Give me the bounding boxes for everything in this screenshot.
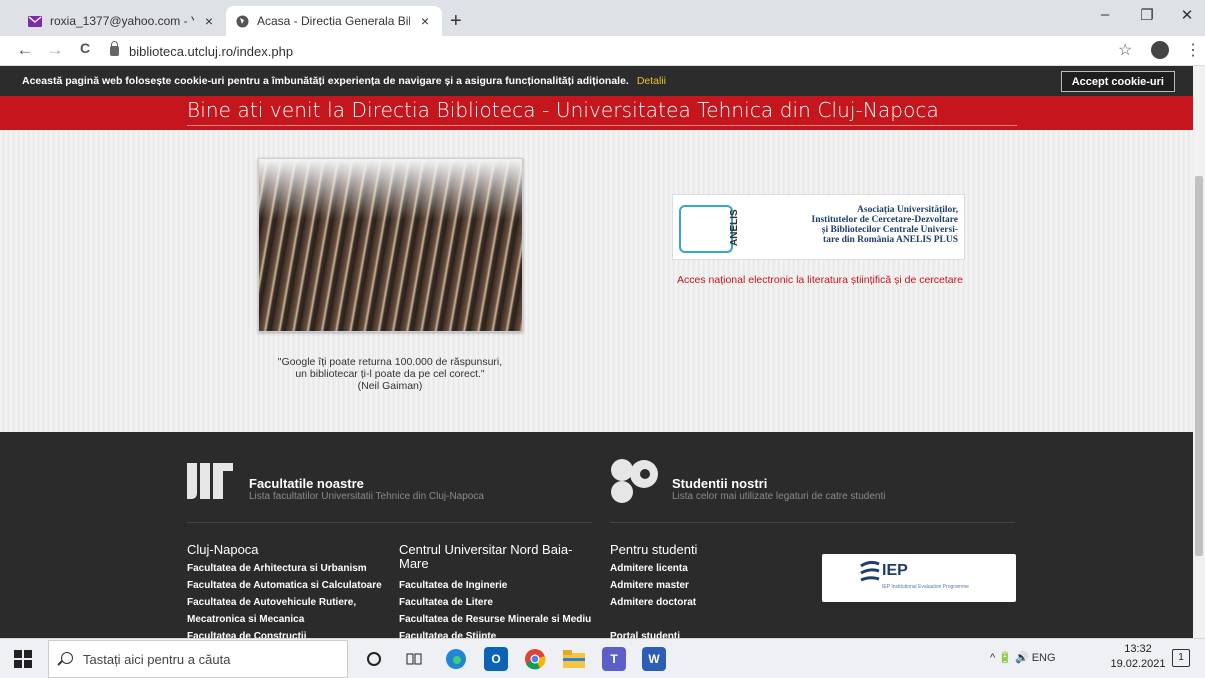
library-books-image: [258, 158, 523, 332]
accept-cookies-button[interactable]: Accept cookie-uri: [1060, 71, 1175, 92]
faculty-link[interactable]: Facultatea de Inginerie: [399, 577, 507, 594]
faculty-link[interactable]: Facultatea de Automatica si Calculatoare: [187, 577, 382, 594]
back-button[interactable]: ←: [14, 40, 36, 60]
faculty-link[interactable]: Facultatea de Litere: [399, 594, 493, 611]
anelis-logo-icon: [679, 205, 733, 253]
new-tab-button[interactable]: +: [450, 10, 462, 33]
faculties-title: Facultatile noastre: [249, 476, 364, 491]
faculty-link[interactable]: Facultatea de Autovehicule Rutiere,: [187, 594, 356, 611]
col-heading-baia-mare: Centrul Universitar Nord Baia- Mare: [399, 543, 572, 571]
windows-start-icon[interactable]: [14, 650, 32, 668]
teams-icon[interactable]: T: [602, 647, 626, 671]
outlook-icon[interactable]: O: [484, 647, 508, 671]
iep-name: IEP: [882, 562, 908, 579]
url-field[interactable]: biblioteca.utcluj.ro/index.php: [110, 40, 1110, 62]
taskbar-search-input[interactable]: Tastați aici pentru a căuta: [48, 640, 348, 678]
cortana-icon[interactable]: [362, 647, 386, 671]
tab-title: roxia_1377@yahoo.com - Yahoo: [50, 14, 194, 28]
restore-button[interactable]: ❐: [1132, 6, 1162, 24]
edge-icon[interactable]: [444, 647, 468, 671]
utcn-logo-icon: [187, 463, 233, 499]
quote-author: (Neil Gaiman): [357, 380, 423, 392]
anelis-line: Institutelor de Cercetare-Dezvoltare: [811, 215, 959, 225]
faculty-link[interactable]: Facultatea de Stiinte: [399, 628, 496, 638]
notification-icon[interactable]: 1: [1172, 649, 1190, 667]
task-view-icon[interactable]: [402, 647, 426, 671]
col-heading-line: Mare: [399, 556, 429, 571]
globe-icon: [236, 15, 249, 27]
faculty-link[interactable]: Mecatronica si Mecanica: [187, 611, 304, 628]
address-bar-row: ← → C biblioteca.utcluj.ro/index.php ☆ ⋮: [0, 36, 1205, 66]
faculties-subtitle: Lista facultatilor Universitatii Tehnice…: [249, 491, 484, 502]
anelis-line: Asociația Universităților,: [857, 205, 958, 215]
page-viewport: Această pagină web folosește cookie-uri …: [0, 66, 1205, 638]
mail-icon: [28, 15, 42, 27]
header-band: Bine ati venit la Directia Biblioteca - …: [0, 96, 1193, 130]
cookie-details-link[interactable]: Detalii: [637, 75, 666, 87]
tab-close-icon[interactable]: ×: [202, 13, 216, 29]
anelis-org-name: Asociația Universităților, Institutelor …: [753, 205, 959, 245]
footer: Facultatile noastre Lista facultatilor U…: [0, 432, 1193, 638]
students-subtitle: Lista celor mai utilizate legaturi de ca…: [672, 491, 886, 502]
windows-taskbar: Tastați aici pentru a căuta O T W ^ 🔋 🔊 …: [0, 638, 1205, 678]
cookie-bar: Această pagină web folosește cookie-uri …: [0, 66, 1193, 96]
faculty-link[interactable]: Facultatea de Resurse Minerale si Mediu: [399, 611, 591, 628]
faculty-link[interactable]: Facultatea de Arhitectura si Urbanism: [187, 560, 367, 577]
word-icon[interactable]: W: [642, 647, 666, 671]
tab-yahoo-mail[interactable]: roxia_1377@yahoo.com - Yahoo ×: [18, 6, 226, 36]
browser-menu-icon[interactable]: ⋮: [1185, 40, 1201, 60]
anelis-line: tare din România ANELIS PLUS: [823, 235, 958, 245]
cookie-message: Această pagină web folosește cookie-uri …: [22, 75, 629, 87]
faculty-link[interactable]: Facultatea de Constructii: [187, 628, 306, 638]
anelis-word: ANELIS: [729, 209, 740, 247]
divider: [610, 522, 1015, 523]
student-portal-link[interactable]: Portal studenti: [610, 628, 680, 638]
profile-avatar-icon[interactable]: [1151, 41, 1169, 59]
main-content: "Google îți poate returna 100.000 de răs…: [0, 130, 1193, 432]
iep-logo-icon: [860, 560, 880, 582]
scrollbar-thumb[interactable]: [1195, 176, 1203, 556]
lock-icon: [110, 41, 119, 56]
iep-logo-link[interactable]: IEP IEP Institutional Evaluation Program…: [822, 554, 1016, 602]
student-link[interactable]: Admitere master: [610, 577, 689, 594]
quote: "Google îți poate returna 100.000 de răs…: [245, 356, 535, 392]
chrome-icon[interactable]: [523, 647, 547, 671]
system-tray[interactable]: ^ 🔋 🔊 ENG: [990, 651, 1056, 664]
student-link[interactable]: Admitere licenta: [610, 560, 688, 577]
quote-line: un bibliotecar ți-l poate da pe cel core…: [295, 368, 485, 380]
file-explorer-icon[interactable]: [562, 647, 586, 671]
iep-tagline: IEP Institutional Evaluation Programme: [882, 584, 969, 590]
clock-time: 13:32: [1124, 643, 1152, 655]
page-scrollbar[interactable]: [1193, 66, 1205, 638]
students-icon: [611, 459, 658, 503]
reload-button[interactable]: C: [74, 40, 96, 56]
divider: [187, 522, 592, 523]
quote-line: "Google îți poate returna 100.000 de răs…: [277, 356, 503, 368]
student-link[interactable]: Admitere doctorat: [610, 594, 696, 611]
search-icon: [61, 652, 73, 664]
students-title: Studentii nostri: [672, 476, 768, 491]
forward-button[interactable]: →: [44, 40, 66, 60]
bookmark-star-icon[interactable]: ☆: [1118, 40, 1132, 60]
anelis-caption-link[interactable]: Acces național electronic la literatura …: [630, 274, 1010, 286]
url-text: biblioteca.utcluj.ro/index.php: [129, 43, 294, 59]
anelis-logo-link[interactable]: ANELIS Asociația Universităților, Instit…: [672, 194, 965, 260]
tab-title: Acasa - Directia Generala Bibliot: [257, 14, 410, 28]
window-close-button[interactable]: ✕: [1172, 6, 1202, 24]
search-placeholder: Tastați aici pentru a căuta: [83, 651, 231, 667]
col-heading-students: Pentru studenti: [610, 542, 698, 557]
minimize-button[interactable]: –: [1090, 6, 1120, 23]
clock-date: 19.02.2021: [1110, 658, 1166, 670]
tab-library[interactable]: Acasa - Directia Generala Bibliot ×: [226, 6, 442, 36]
col-heading-cluj: Cluj-Napoca: [187, 542, 259, 557]
col-heading-line: Centrul Universitar Nord Baia-: [399, 542, 573, 557]
clock[interactable]: 13:32 19.02.2021: [1108, 642, 1168, 672]
tab-close-icon[interactable]: ×: [418, 13, 432, 29]
page-title: Bine ati venit la Directia Biblioteca - …: [187, 98, 1017, 126]
browser-tab-strip: roxia_1377@yahoo.com - Yahoo × Acasa - D…: [0, 0, 1205, 36]
anelis-line: și Bibliotecilor Centrale Universi-: [821, 225, 958, 235]
